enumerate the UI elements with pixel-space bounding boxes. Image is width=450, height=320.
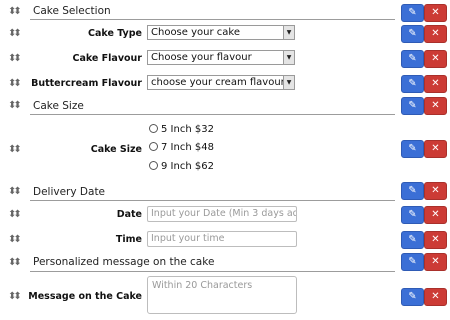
drag-handle-icon[interactable]: ⬍⬍ [8,78,22,90]
time-input[interactable]: Input your time [147,231,297,247]
pencil-icon: ✎ [408,234,417,245]
section-divider [30,200,395,201]
drag-handle-icon[interactable]: ⬍⬍ [8,291,22,303]
delete-button[interactable]: ✕ [424,253,447,271]
pencil-icon: ✎ [408,143,417,154]
drag-handle-icon[interactable]: ⬍⬍ [8,234,22,246]
delete-button[interactable]: ✕ [424,4,447,22]
cake-size-label: Cake Size [90,144,142,155]
close-icon: ✕ [431,209,440,220]
edit-button[interactable]: ✎ [401,75,424,93]
pencil-icon: ✎ [408,78,417,89]
section-title-cake-size: Cake Size [33,100,84,112]
field-row-cake-size: ⬍⬍ Cake Size 5 Inch $32 7 Inch $48 9 Inc… [0,120,450,176]
time-label: Time [115,234,142,245]
drag-handle-icon[interactable]: ⬍⬍ [8,209,22,221]
cake-type-value: Choose your cake [151,27,240,38]
cake-size-radio-9-inch[interactable]: 9 Inch $62 [149,161,214,172]
radio-button-icon [149,161,158,170]
close-icon: ✕ [431,256,440,267]
field-row-message-on-cake: ⬍⬍ Message on the Cake Within 20 Charact… [0,276,450,318]
section-row-cake-size: ⬍⬍ Cake Size ✎ ✕ [0,96,450,115]
chevron-down-icon: ▼ [283,76,294,89]
close-icon: ✕ [431,28,440,39]
edit-button[interactable]: ✎ [401,4,424,22]
close-icon: ✕ [431,53,440,64]
delete-button[interactable]: ✕ [424,206,447,224]
close-icon: ✕ [431,7,440,18]
edit-button[interactable]: ✎ [401,206,424,224]
edit-button[interactable]: ✎ [401,182,424,200]
drag-handle-icon[interactable]: ⬍⬍ [8,257,22,269]
cake-flavour-value: Choose your flavour [151,52,252,63]
field-row-time: ⬍⬍ Time Input your time ✎ ✕ [0,229,450,249]
pencil-icon: ✎ [408,185,417,196]
delete-button[interactable]: ✕ [424,288,447,306]
edit-button[interactable]: ✎ [401,50,424,68]
field-row-cake-type: ⬍⬍ Cake Type Choose your cake ▼ ✎ ✕ [0,23,450,43]
section-divider [30,114,395,115]
radio-button-icon [149,142,158,151]
cake-flavour-label: Cake Flavour [72,53,142,64]
drag-handle-icon[interactable]: ⬍⬍ [8,28,22,40]
cake-type-label: Cake Type [88,28,142,39]
delete-button[interactable]: ✕ [424,231,447,249]
delete-button[interactable]: ✕ [424,97,447,115]
section-title-message: Personalized message on the cake [33,256,215,268]
section-title-delivery-date: Delivery Date [33,186,106,198]
close-icon: ✕ [431,78,440,89]
field-row-buttercream-flavour: ⬍⬍ Buttercream Flavour choose your cream… [0,73,450,93]
section-title-cake-selection: Cake Selection [33,5,111,17]
edit-button[interactable]: ✎ [401,140,424,158]
section-row-message: ⬍⬍ Personalized message on the cake ✎ ✕ [0,253,450,272]
buttercream-flavour-label: Buttercream Flavour [31,78,142,89]
section-divider [30,271,395,272]
field-row-cake-flavour: ⬍⬍ Cake Flavour Choose your flavour ▼ ✎ … [0,48,450,68]
cake-size-radio-5-inch[interactable]: 5 Inch $32 [149,124,214,135]
edit-button[interactable]: ✎ [401,231,424,249]
buttercream-flavour-select[interactable]: choose your cream flavour ▼ [147,75,295,90]
section-divider [30,19,395,20]
pencil-icon: ✎ [408,291,417,302]
drag-handle-icon[interactable]: ⬍⬍ [8,53,22,65]
pencil-icon: ✎ [408,53,417,64]
pencil-icon: ✎ [408,100,417,111]
section-row-cake-selection: ⬍⬍ Cake Selection ✎ ✕ [0,2,450,22]
delete-button[interactable]: ✕ [424,25,447,43]
drag-handle-icon[interactable]: ⬍⬍ [8,6,22,18]
close-icon: ✕ [431,100,440,111]
message-on-cake-label: Message on the Cake [28,291,142,302]
edit-button[interactable]: ✎ [401,288,424,306]
delete-button[interactable]: ✕ [424,140,447,158]
close-icon: ✕ [431,143,440,154]
edit-button[interactable]: ✎ [401,25,424,43]
pencil-icon: ✎ [408,7,417,18]
buttercream-flavour-value: choose your cream flavour [151,77,285,88]
date-input[interactable]: Input your Date (Min 3 days advan [147,206,297,222]
drag-handle-icon[interactable]: ⬍⬍ [8,144,22,156]
chevron-down-icon: ▼ [283,26,294,39]
drag-handle-icon[interactable]: ⬍⬍ [8,100,22,112]
message-on-cake-textarea[interactable]: Within 20 Characters [147,276,297,314]
delete-button[interactable]: ✕ [424,75,447,93]
close-icon: ✕ [431,234,440,245]
chevron-down-icon: ▼ [283,51,294,64]
delete-button[interactable]: ✕ [424,50,447,68]
radio-button-icon [149,124,158,133]
pencil-icon: ✎ [408,28,417,39]
edit-button[interactable]: ✎ [401,253,424,271]
edit-button[interactable]: ✎ [401,97,424,115]
drag-handle-icon[interactable]: ⬍⬍ [8,186,22,198]
close-icon: ✕ [431,291,440,302]
pencil-icon: ✎ [408,209,417,220]
cake-size-radio-7-inch[interactable]: 7 Inch $48 [149,142,214,153]
delete-button[interactable]: ✕ [424,182,447,200]
cake-flavour-select[interactable]: Choose your flavour ▼ [147,50,295,65]
cake-type-select[interactable]: Choose your cake ▼ [147,25,295,40]
section-row-delivery-date: ⬍⬍ Delivery Date ✎ ✕ [0,181,450,201]
field-row-date: ⬍⬍ Date Input your Date (Min 3 days adva… [0,204,450,224]
pencil-icon: ✎ [408,256,417,267]
date-label: Date [116,209,142,220]
close-icon: ✕ [431,185,440,196]
